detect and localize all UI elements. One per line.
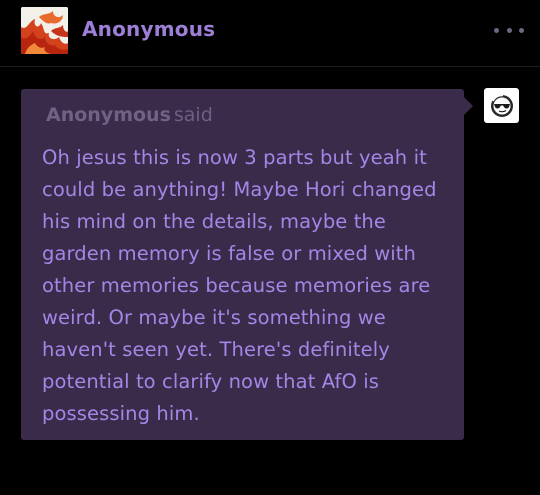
- more-options-button[interactable]: [494, 20, 524, 40]
- more-options-icon: [494, 27, 499, 33]
- author-avatar[interactable]: [21, 7, 68, 54]
- asker-name[interactable]: Anonymous: [46, 104, 171, 126]
- more-options-dot: [506, 27, 512, 33]
- said-label: said: [173, 104, 213, 126]
- answerer-avatar[interactable]: [484, 88, 519, 123]
- ask-question-text: Oh jesus this is now 3 parts but yeah it…: [42, 146, 437, 425]
- sunglasses-avatar-icon: [490, 94, 513, 117]
- asker-line: Anonymous said: [46, 104, 213, 126]
- post-header: Anonymous: [0, 0, 540, 67]
- post-author-name[interactable]: Anonymous: [82, 17, 215, 41]
- ask-bubble-tail: [464, 97, 473, 115]
- flame-avatar-icon: [21, 7, 68, 54]
- more-options-dot: [519, 27, 524, 33]
